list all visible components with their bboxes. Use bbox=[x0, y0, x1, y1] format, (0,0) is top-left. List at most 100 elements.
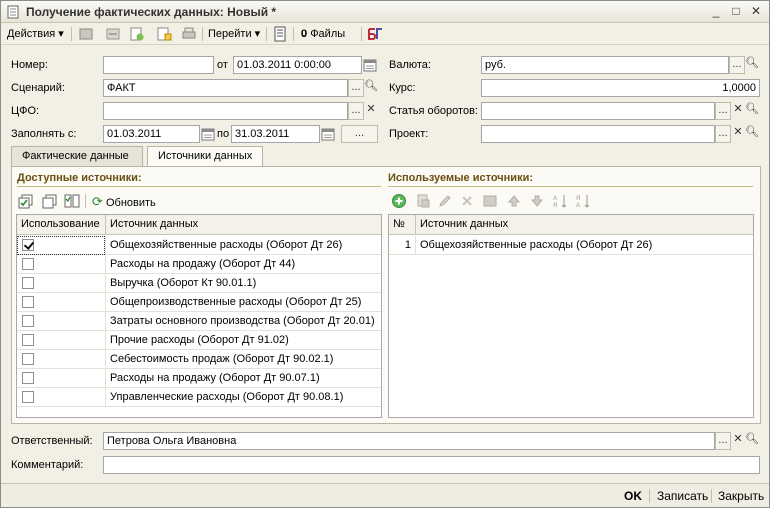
usage-cell[interactable] bbox=[17, 274, 106, 293]
comment-field[interactable] bbox=[103, 456, 760, 474]
title-bar[interactable]: Получение фактических данных: Новый * _ … bbox=[1, 1, 769, 23]
search-icon[interactable]: 🔍︎ bbox=[744, 125, 760, 143]
close-window-button[interactable]: ✕ bbox=[748, 4, 764, 19]
usage-checkbox[interactable] bbox=[22, 296, 34, 308]
responsible-select-button[interactable]: ... bbox=[715, 432, 731, 450]
table-row[interactable]: Себестоимость продаж (Оборот Дт 90.02.1) bbox=[17, 350, 381, 369]
column-header-usage[interactable]: Использование bbox=[17, 215, 106, 235]
usage-cell[interactable] bbox=[17, 369, 106, 388]
end-edit-icon[interactable] bbox=[482, 193, 498, 209]
report-icon[interactable] bbox=[272, 26, 288, 42]
table-row[interactable]: Прочие расходы (Оборот Дт 91.02) bbox=[17, 331, 381, 350]
usage-checkbox[interactable] bbox=[22, 277, 34, 289]
currency-field[interactable]: руб. bbox=[481, 56, 729, 74]
calendar-icon[interactable] bbox=[321, 127, 335, 141]
project-select-button[interactable]: ... bbox=[715, 125, 731, 143]
source-cell: Расходы на продажу (Оборот Дт 44) bbox=[110, 258, 296, 270]
add-icon[interactable] bbox=[391, 193, 407, 209]
toolbar-divider bbox=[85, 194, 86, 208]
svg-text:Я: Я bbox=[553, 203, 557, 209]
usage-checkbox[interactable] bbox=[22, 258, 34, 270]
actions-menu[interactable]: Действия ▾ bbox=[7, 26, 64, 42]
tab-actual-data[interactable]: Фактические данные bbox=[11, 146, 143, 166]
check-all-icon[interactable] bbox=[18, 193, 34, 209]
column-header-source[interactable]: Источник данных bbox=[416, 215, 753, 235]
period-select-button[interactable]: ... bbox=[341, 125, 378, 143]
move-down-icon[interactable] bbox=[529, 193, 545, 209]
column-header-number[interactable]: № bbox=[389, 215, 416, 235]
print-icon[interactable] bbox=[181, 26, 197, 42]
usage-cell[interactable] bbox=[17, 293, 106, 312]
fill-from-field[interactable]: 01.03.2011 bbox=[103, 125, 200, 143]
source-cell: Себестоимость продаж (Оборот Дт 90.02.1) bbox=[110, 353, 334, 365]
tab-data-sources[interactable]: Источники данных bbox=[147, 146, 263, 167]
turnover-field[interactable] bbox=[481, 102, 715, 120]
search-icon[interactable]: 🔍︎ bbox=[363, 79, 379, 97]
scenario-field[interactable]: ФАКТ bbox=[103, 79, 348, 97]
used-sources-table[interactable]: № Источник данных 1 Общехозяйственные рас… bbox=[388, 214, 754, 418]
cfo-select-button[interactable]: ... bbox=[348, 102, 364, 120]
calendar-icon[interactable] bbox=[201, 127, 215, 141]
files-button[interactable]: 𝟎 Файлы bbox=[301, 26, 345, 42]
table-row[interactable]: Расходы на продажу (Оборот Дт 44) bbox=[17, 255, 381, 274]
usage-checkbox[interactable] bbox=[22, 391, 34, 403]
delete-icon[interactable] bbox=[459, 193, 475, 209]
table-row[interactable]: Общехозяйственные расходы (Оборот Дт 26) bbox=[17, 236, 381, 255]
usage-checkbox[interactable] bbox=[22, 239, 34, 251]
turnover-select-button[interactable]: ... bbox=[715, 102, 731, 120]
unpost-document-icon[interactable] bbox=[105, 26, 121, 42]
table-row[interactable]: Выручка (Оборот Кт 90.01.1) bbox=[17, 274, 381, 293]
usage-cell[interactable] bbox=[17, 255, 106, 274]
search-icon[interactable]: 🔍︎ bbox=[744, 56, 760, 74]
bp-logo-icon[interactable] bbox=[367, 26, 383, 42]
usage-cell[interactable] bbox=[17, 236, 106, 255]
goto-menu[interactable]: Перейти ▾ bbox=[208, 26, 260, 42]
project-field[interactable] bbox=[481, 125, 715, 143]
table-row[interactable]: Затраты основного производства (Оборот Д… bbox=[17, 312, 381, 331]
clear-icon[interactable]: ✕ bbox=[363, 102, 379, 120]
usage-cell[interactable] bbox=[17, 350, 106, 369]
copy-icon[interactable] bbox=[415, 193, 431, 209]
table-row[interactable]: Расходы на продажу (Оборот Дт 90.07.1) bbox=[17, 369, 381, 388]
maximize-button[interactable]: □ bbox=[728, 4, 744, 19]
structure-icon[interactable] bbox=[156, 26, 172, 42]
sort-descending-icon[interactable]: ЯA bbox=[575, 193, 591, 209]
sort-ascending-icon[interactable]: AЯ bbox=[552, 193, 568, 209]
search-icon[interactable]: 🔍︎ bbox=[744, 432, 760, 450]
table-row[interactable]: Управленческие расходы (Оборот Дт 90.08.… bbox=[17, 388, 381, 407]
refresh-button[interactable]: ⟳ Обновить bbox=[92, 194, 156, 210]
uncheck-all-icon[interactable] bbox=[42, 193, 58, 209]
available-sources-table[interactable]: Использование Источник данных Общехозяйс… bbox=[16, 214, 382, 418]
usage-checkbox[interactable] bbox=[22, 315, 34, 327]
refresh-document-icon[interactable] bbox=[129, 26, 145, 42]
table-row[interactable]: Общепроизводственные расходы (Оборот Дт … bbox=[17, 293, 381, 312]
scenario-select-button[interactable]: ... bbox=[348, 79, 364, 97]
column-header-source[interactable]: Источник данных bbox=[106, 215, 381, 235]
table-row[interactable]: 1 Общехозяйственные расходы (Оборот Дт 26… bbox=[389, 236, 753, 255]
move-up-icon[interactable] bbox=[506, 193, 522, 209]
close-button[interactable]: Закрыть bbox=[718, 489, 764, 503]
search-icon[interactable]: 🔍︎ bbox=[744, 102, 760, 120]
post-document-icon[interactable] bbox=[78, 26, 94, 42]
toolbar-divider bbox=[293, 27, 294, 41]
usage-checkbox[interactable] bbox=[22, 372, 34, 384]
ok-button[interactable]: OK bbox=[624, 489, 642, 503]
number-field[interactable] bbox=[103, 56, 214, 74]
table-header: № Источник данных bbox=[389, 215, 753, 235]
usage-cell[interactable] bbox=[17, 388, 106, 407]
fill-to-field[interactable]: 31.03.2011 bbox=[231, 125, 320, 143]
cfo-field[interactable] bbox=[103, 102, 348, 120]
invert-selection-icon[interactable] bbox=[64, 193, 80, 209]
date-field[interactable]: 01.03.2011 0:00:00 bbox=[233, 56, 362, 74]
usage-checkbox[interactable] bbox=[22, 353, 34, 365]
edit-icon[interactable] bbox=[437, 193, 453, 209]
responsible-field[interactable]: Петрова Ольга Ивановна bbox=[103, 432, 715, 450]
rate-field[interactable]: 1,0000 bbox=[481, 79, 760, 97]
save-button[interactable]: Записать bbox=[657, 489, 708, 503]
currency-select-button[interactable]: ... bbox=[729, 56, 745, 74]
calendar-icon[interactable] bbox=[363, 58, 377, 72]
usage-checkbox[interactable] bbox=[22, 334, 34, 346]
usage-cell[interactable] bbox=[17, 312, 106, 331]
minimize-button[interactable]: _ bbox=[708, 4, 724, 19]
usage-cell[interactable] bbox=[17, 331, 106, 350]
